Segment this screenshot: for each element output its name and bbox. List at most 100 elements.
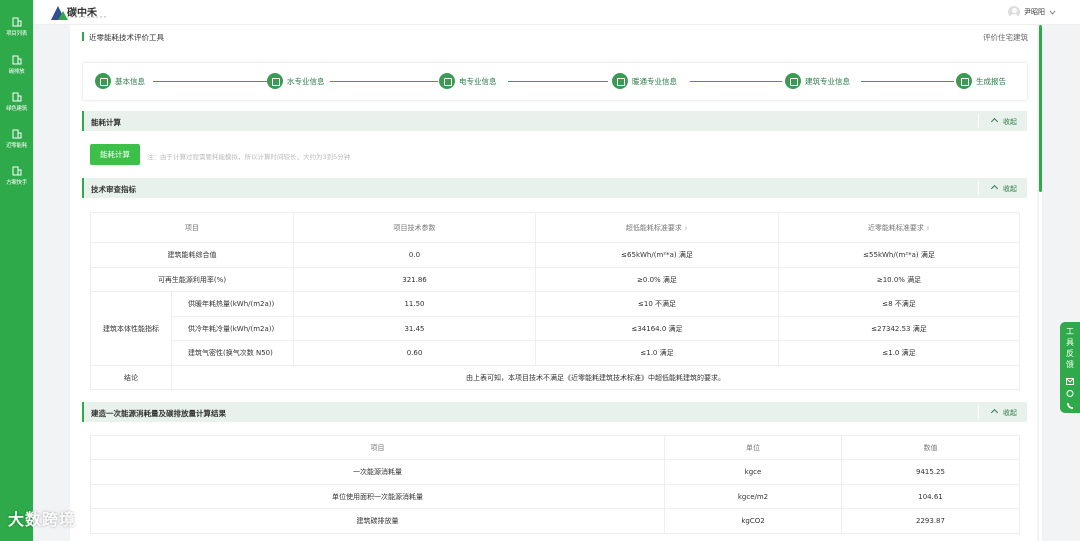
chevron-down-icon <box>1049 10 1056 15</box>
cell-conclusion-label: 结论 <box>90 365 172 390</box>
cell-unit: kgCO2 <box>664 508 842 534</box>
building-icon <box>12 166 21 176</box>
cell-ultra-low: ≤1.0 满足 <box>535 340 779 366</box>
table-header-row: 项目 项目技术参数 超低能耗标准要求 ⇕ 近零能耗标准要求 ⇕ <box>90 212 1020 243</box>
cell-item: 建筑能耗综合值 <box>90 242 294 268</box>
sidebar-item-nearzero[interactable]: 近零能耗 <box>0 129 33 161</box>
cell-value: 9415.25 <box>841 459 1020 485</box>
col-header-unit: 单位 <box>664 435 842 460</box>
user-menu[interactable]: 尹昭阳 <box>1008 6 1056 18</box>
step-label: 水专业信息 <box>287 76 325 86</box>
sidebar-item-quick[interactable]: 方案快手 <box>0 166 33 198</box>
step-connector <box>690 81 782 82</box>
step-report[interactable]: 生成报告 <box>956 73 1006 89</box>
building-icon <box>12 55 21 65</box>
step-water[interactable]: 水专业信息 <box>267 73 325 89</box>
cell-value: 0.0 <box>293 242 536 268</box>
cell-value: 2293.87 <box>841 508 1020 534</box>
section-marker <box>82 111 84 131</box>
table-header-row: 项目 单位 数值 <box>90 435 1020 460</box>
water-icon <box>267 73 283 89</box>
cell-item: 单位使用面积一次能源消耗量 <box>90 484 665 509</box>
cell-conclusion: 由上表可知，本项目技术不满足《近零能耗建筑技术标准》中超低能耗建筑的要求。 <box>171 365 1020 390</box>
col-header-near-zero[interactable]: 近零能耗标准要求 ⇕ <box>778 212 1020 243</box>
section-energy-calc-header: 能耗计算 收起 <box>82 111 1027 131</box>
sidebar-item-green[interactable]: 绿色建筑 <box>0 92 33 124</box>
divider <box>978 181 979 195</box>
sidebar-item-label: 碳排放 <box>8 69 25 75</box>
chat-icon[interactable] <box>1066 390 1074 397</box>
step-label: 生成报告 <box>976 76 1006 86</box>
chevron-up-icon <box>990 117 999 126</box>
sidebar-item-projects[interactable]: 项目列表 <box>0 17 33 49</box>
table-row: 建筑气密性(换气次数 N50) 0.60 ≤1.0 满足 ≤1.0 满足 <box>91 340 1020 366</box>
building-icon <box>785 73 801 89</box>
collapse-label: 收起 <box>1003 118 1017 126</box>
chevron-up-icon <box>990 408 999 417</box>
home-icon <box>95 73 111 89</box>
sort-icon[interactable]: ⇕ <box>926 226 930 232</box>
cell-ultra-low: ≥0.0% 满足 <box>535 267 779 292</box>
chevron-up-icon <box>990 184 999 193</box>
cell-near-zero: ≤8 不满足 <box>778 291 1020 317</box>
sidebar-item-label: 近零能耗 <box>6 143 27 149</box>
step-label: 电专业信息 <box>459 76 497 86</box>
title-marker <box>82 32 84 41</box>
collapse-button[interactable]: 收起 <box>990 184 1017 194</box>
table-row: 建筑本体性能指标 供暖年耗热量(kWh/(m2a)) 11.50 ≤10 不满足… <box>90 291 1020 366</box>
step-label: 基本信息 <box>115 76 145 86</box>
step-hvac[interactable]: 暖通专业信息 <box>612 73 677 89</box>
cell-item: 建筑气密性(换气次数 N50) <box>171 340 294 366</box>
table-row: 建筑碳排放量 kgCO2 2293.87 <box>90 508 1020 534</box>
divider <box>978 114 979 128</box>
col-header-value: 数值 <box>841 435 1020 460</box>
col-header-ultra-low[interactable]: 超低能耗标准要求 ⇕ <box>535 212 779 243</box>
table-row: 一次能源消耗量 kgce 9415.25 <box>90 459 1020 485</box>
table-row: 供冷年耗冷量(kWh/(m2a)) 31.45 ≤34164.0 满足 ≤273… <box>91 316 1020 341</box>
cell-value: 0.60 <box>293 340 536 366</box>
scrollbar-thumb[interactable] <box>1039 25 1042 192</box>
feedback-tab[interactable]: 工具反馈 <box>1060 322 1080 413</box>
table-row-conclusion: 结论 由上表可知，本项目技术不满足《近零能耗建筑技术标准》中超低能耗建筑的要求。 <box>90 365 1020 390</box>
energy-calc-button[interactable]: 能耗计算 <box>90 144 140 165</box>
section-tech-review-header: 技术审查指标 收起 <box>82 178 1027 198</box>
table-row: 可再生能源利用率(%) 321.86 ≥0.0% 满足 ≥10.0% 满足 <box>90 267 1020 292</box>
phone-icon[interactable] <box>1066 402 1074 409</box>
primary-energy-table: 项目 单位 数值 一次能源消耗量 kgce 9415.25 单位使用面积一次能源… <box>90 435 1020 534</box>
mail-icon[interactable] <box>1066 378 1074 385</box>
power-icon <box>439 73 455 89</box>
cell-value: 31.45 <box>293 316 536 341</box>
cell-item: 可再生能源利用率(%) <box>90 267 294 292</box>
section-title: 建造一次能源消耗量及碳排放量计算结果 <box>91 409 226 418</box>
step-connector <box>330 81 438 82</box>
calc-note: 注：由于计算过程需要耗能模拟，所以计算时间较长，大约为3到5分钟 <box>147 153 351 161</box>
cell-item: 供冷年耗冷量(kWh/(m2a)) <box>171 316 294 341</box>
tech-review-table: 项目 项目技术参数 超低能耗标准要求 ⇕ 近零能耗标准要求 ⇕ 建筑能耗综合值 0.… <box>90 212 1020 390</box>
table-row: 建筑能耗综合值 0.0 ≤65kWh/(m²*a) 满足 ≤55kWh/(m²*… <box>90 242 1020 268</box>
cell-ultra-low: ≤34164.0 满足 <box>535 316 779 341</box>
step-electric[interactable]: 电专业信息 <box>439 73 497 89</box>
divider <box>978 405 979 419</box>
step-architecture[interactable]: 建筑专业信息 <box>785 73 850 89</box>
cell-value: 11.50 <box>293 291 536 317</box>
collapse-button[interactable]: 收起 <box>990 408 1017 418</box>
section-primary-energy-header: 建造一次能源消耗量及碳排放量计算结果 收起 <box>82 402 1027 422</box>
cell-item: 一次能源消耗量 <box>90 459 665 485</box>
sort-icon[interactable]: ⇕ <box>684 226 688 232</box>
sidebar-item-carbon[interactable]: 碳排放 <box>0 55 33 87</box>
collapse-button[interactable]: 收起 <box>990 117 1017 127</box>
sidebar-item-label: 方案快手 <box>6 180 27 186</box>
step-label: 建筑专业信息 <box>805 76 850 86</box>
cell-ultra-low: ≤10 不满足 <box>535 291 779 317</box>
step-basic-info[interactable]: 基本信息 <box>95 73 145 89</box>
evaluation-type: 评价住宅建筑 <box>983 33 1028 42</box>
page-title-bar: 近零能耗技术评价工具 评价住宅建筑 <box>82 31 1032 43</box>
cell-near-zero: ≤1.0 满足 <box>778 340 1020 366</box>
building-icon <box>12 92 21 102</box>
cell-item: 建筑碳排放量 <box>90 508 665 534</box>
cell-unit: kgce <box>664 459 842 485</box>
step-connector <box>861 81 954 82</box>
cell-value: 321.86 <box>293 267 536 292</box>
col-header-item: 项目 <box>90 435 665 460</box>
sidebar-item-label: 绿色建筑 <box>6 106 27 112</box>
